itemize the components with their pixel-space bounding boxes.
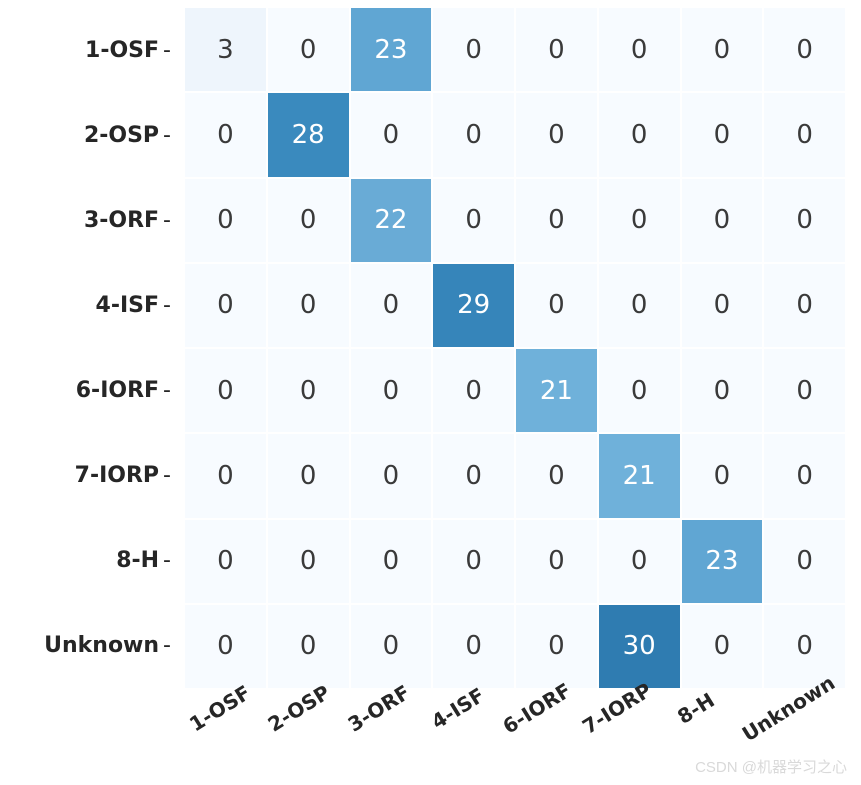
y-axis-label: 4-ISF - [0,263,175,348]
heatmap-cell: 0 [764,8,845,91]
heatmap-cell: 0 [433,605,514,688]
heatmap-cell: 0 [351,264,432,347]
y-axis-label: 3-ORF - [0,178,175,263]
heatmap-cell: 0 [268,520,349,603]
heatmap-cell: 22 [351,179,432,262]
heatmap-cell: 0 [516,179,597,262]
heatmap-cell: 0 [682,8,763,91]
heatmap-cell: 0 [185,520,266,603]
heatmap-cell: 0 [268,349,349,432]
heatmap-cell: 0 [268,434,349,517]
y-axis-label: 6-IORF - [0,348,175,433]
heatmap-cell: 0 [433,93,514,176]
heatmap-cell: 0 [185,93,266,176]
heatmap-cell: 29 [433,264,514,347]
heatmap-cell: 0 [599,93,680,176]
heatmap-cell: 0 [599,520,680,603]
heatmap-cell: 0 [351,93,432,176]
y-axis-label: 1-OSF - [0,8,175,93]
heatmap-cell: 0 [185,605,266,688]
heatmap-cell: 0 [268,605,349,688]
heatmap-cell: 0 [516,93,597,176]
heatmap-cell: 3 [185,8,266,91]
heatmap-cell: 0 [764,520,845,603]
heatmap-grid: 3023000000280000000022000000002900000000… [185,8,845,688]
y-axis-label: 8-H - [0,518,175,603]
heatmap-cell: 0 [351,434,432,517]
y-axis-label: Unknown - [0,603,175,688]
heatmap-cell: 21 [599,434,680,517]
heatmap-cell: 0 [351,605,432,688]
heatmap-cell: 0 [682,93,763,176]
watermark-text: CSDN @机器学习之心 [695,756,847,777]
heatmap-cell: 0 [351,520,432,603]
heatmap-cell: 0 [185,434,266,517]
heatmap-cell: 0 [599,8,680,91]
heatmap-cell: 0 [682,349,763,432]
heatmap-cell: 0 [764,349,845,432]
heatmap-cell: 0 [516,8,597,91]
heatmap-cell: 0 [516,605,597,688]
heatmap-cell: 0 [764,179,845,262]
heatmap-cell: 0 [682,605,763,688]
heatmap-cell: 0 [433,8,514,91]
heatmap-cell: 0 [764,264,845,347]
heatmap-cell: 0 [268,8,349,91]
heatmap-cell: 0 [433,434,514,517]
heatmap-cell: 0 [682,264,763,347]
heatmap-cell: 0 [185,349,266,432]
heatmap-cell: 0 [433,520,514,603]
heatmap-cell: 0 [764,605,845,688]
heatmap-cell: 0 [764,93,845,176]
heatmap-cell: 0 [764,434,845,517]
y-axis-label: 7-IORP - [0,433,175,518]
heatmap-cell: 0 [433,179,514,262]
heatmap-cell: 0 [599,349,680,432]
heatmap-cell: 0 [682,434,763,517]
heatmap-cell: 0 [433,349,514,432]
heatmap-cell: 0 [268,264,349,347]
y-axis-labels: 1-OSF -2-OSP -3-ORF -4-ISF -6-IORF -7-IO… [0,8,175,688]
heatmap-cell: 30 [599,605,680,688]
heatmap-cell: 23 [351,8,432,91]
heatmap-cell: 21 [516,349,597,432]
heatmap-cell: 0 [599,264,680,347]
x-axis-labels: 1-OSF2-OSP3-ORF4-ISF6-IORF7-IORP8-HUnkno… [185,695,845,765]
heatmap-cell: 0 [185,264,266,347]
y-axis-label: 2-OSP - [0,93,175,178]
heatmap-cell: 0 [516,520,597,603]
heatmap-cell: 0 [268,179,349,262]
heatmap-cell: 0 [185,179,266,262]
heatmap-cell: 23 [682,520,763,603]
heatmap-cell: 0 [599,179,680,262]
heatmap-cell: 0 [682,179,763,262]
heatmap-cell: 28 [268,93,349,176]
heatmap-cell: 0 [516,434,597,517]
heatmap-cell: 0 [351,349,432,432]
heatmap-cell: 0 [516,264,597,347]
